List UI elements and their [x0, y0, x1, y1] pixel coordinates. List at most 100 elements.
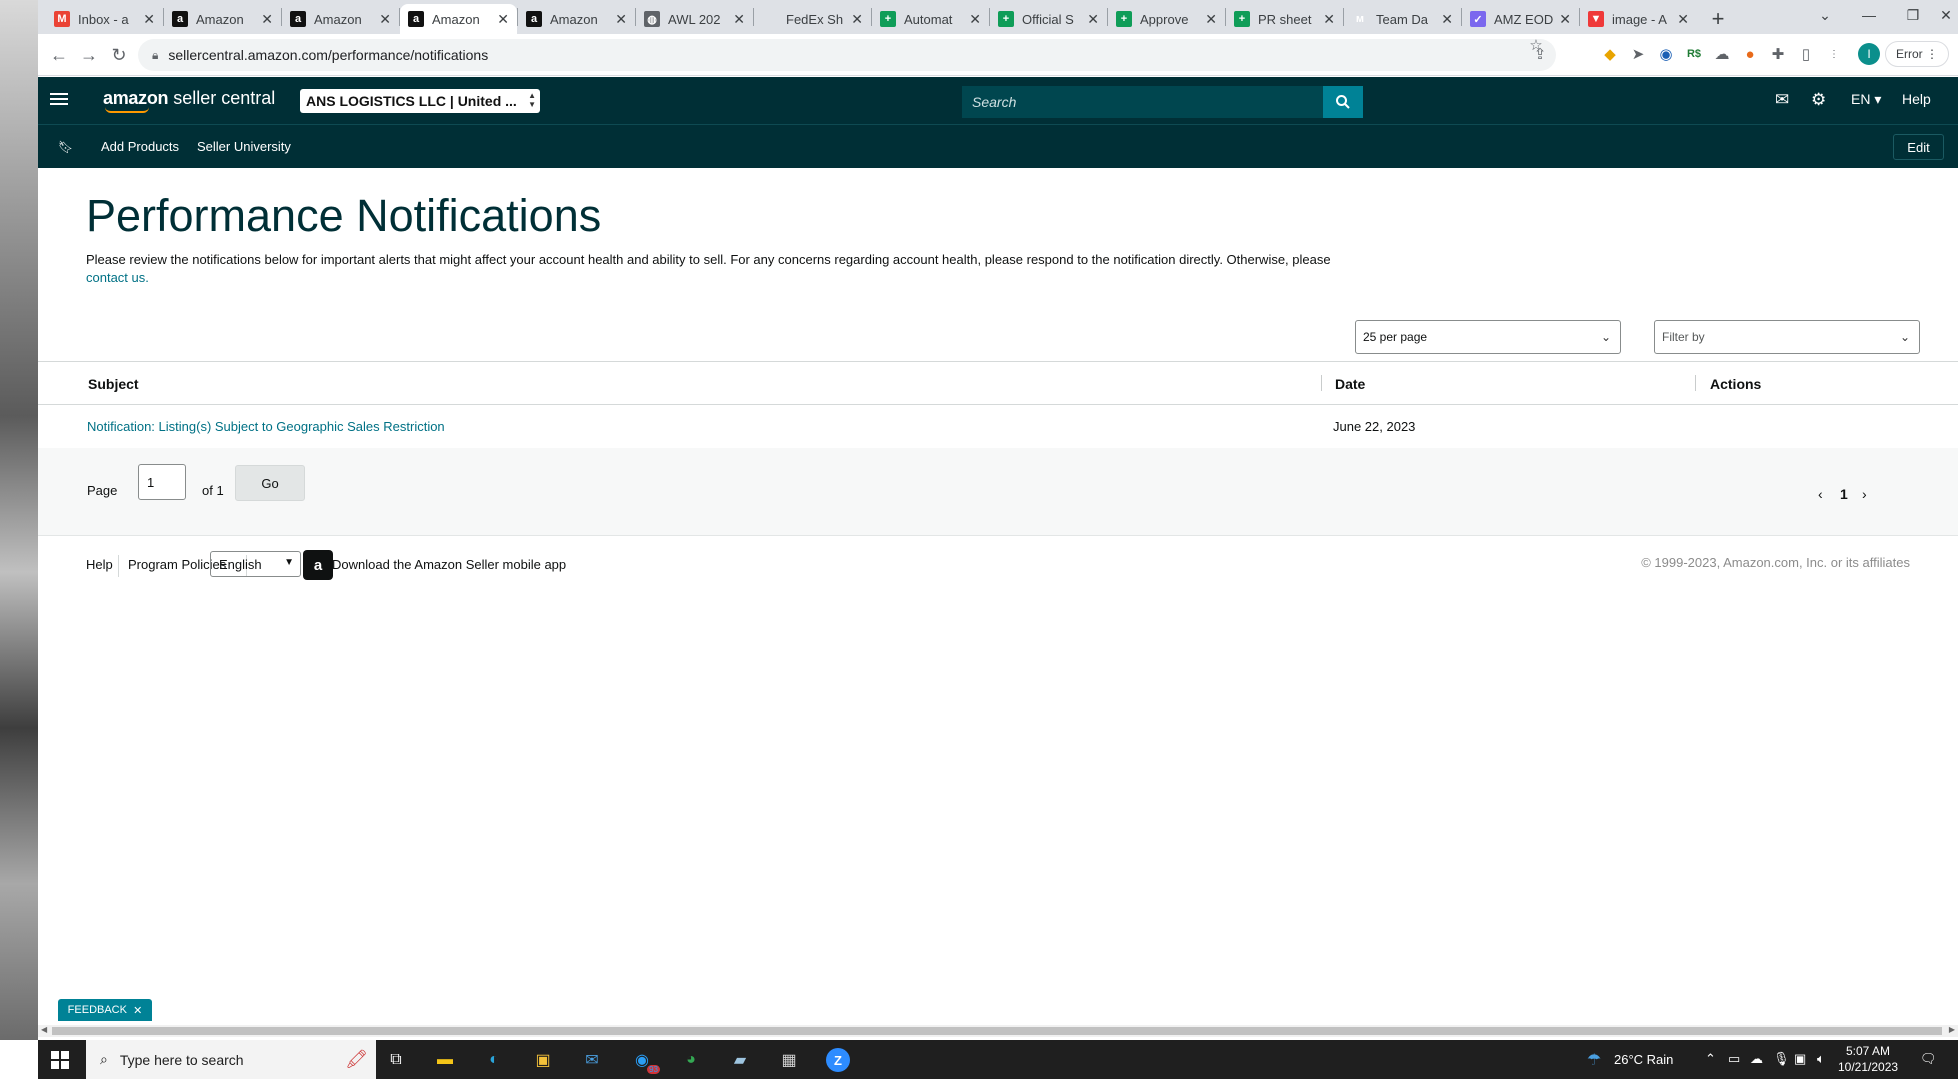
page-number-input[interactable]: [138, 464, 186, 500]
forward-icon[interactable]: →: [76, 42, 102, 68]
download-app-link[interactable]: Download the Amazon Seller mobile app: [332, 557, 566, 572]
weather-text[interactable]: 26°C Rain: [1614, 1052, 1673, 1067]
close-tab-icon[interactable]: ✕: [1441, 11, 1453, 28]
taskbar-clock[interactable]: 5:07 AM 10/21/2023: [1838, 1043, 1898, 1075]
close-tab-icon[interactable]: ✕: [615, 11, 627, 28]
browser-tab[interactable]: ▼ image - A ✕: [1580, 4, 1697, 34]
scroll-left-icon[interactable]: ◀: [41, 1025, 47, 1034]
browser-tab[interactable]: + PR sheet ✕: [1226, 4, 1343, 34]
search-input[interactable]: Search: [962, 86, 1323, 118]
close-tab-icon[interactable]: ✕: [851, 11, 863, 28]
language-select[interactable]: English ▼: [210, 551, 301, 577]
edge-icon[interactable]: ◐: [482, 1048, 506, 1072]
browser-tab[interactable]: + Automat ✕: [872, 4, 989, 34]
onedrive-icon[interactable]: ☁: [1750, 1051, 1763, 1067]
close-tab-icon[interactable]: ✕: [261, 11, 273, 28]
scroll-right-icon[interactable]: ▶: [1949, 1025, 1955, 1034]
error-button[interactable]: Error ⋮: [1885, 41, 1949, 67]
close-tab-icon[interactable]: ✕: [969, 11, 981, 28]
browser-tab[interactable]: a Amazon ✕: [400, 4, 517, 34]
notification-subject-link[interactable]: Notification: Listing(s) Subject to Geog…: [87, 419, 445, 434]
account-switcher[interactable]: ANS LOGISTICS LLC | United ... ▲ ▼: [300, 89, 540, 113]
column-date[interactable]: Date: [1335, 376, 1365, 392]
horizontal-scrollbar[interactable]: ◀ ▶: [38, 1025, 1958, 1037]
close-window-icon[interactable]: ✕: [1934, 0, 1958, 30]
extensions-puzzle-icon[interactable]: ✚: [1768, 44, 1788, 64]
browser-tab[interactable]: a Amazon ✕: [518, 4, 635, 34]
close-tab-icon[interactable]: ✕: [143, 11, 155, 28]
file-explorer-icon[interactable]: ▬: [433, 1048, 457, 1072]
amazon-seller-app-icon[interactable]: a: [303, 550, 333, 580]
filter-select[interactable]: Filter by ⌄: [1654, 320, 1920, 354]
close-tab-icon[interactable]: ✕: [733, 11, 745, 28]
current-page-number[interactable]: 1: [1840, 486, 1848, 502]
extension-rs-icon[interactable]: R$: [1684, 44, 1704, 64]
nav-seller-university[interactable]: Seller University: [197, 139, 291, 154]
settings-gear-icon[interactable]: ⚙: [1811, 90, 1826, 110]
per-page-select[interactable]: 25 per page ⌄: [1355, 320, 1621, 354]
side-panel-icon[interactable]: ▯: [1796, 44, 1816, 64]
bookmark-icon[interactable]: 🔖︎: [58, 140, 73, 154]
browser-tab[interactable]: M Inbox - a ✕: [46, 4, 163, 34]
taskbar-search-input[interactable]: ⌕ Type here to search 🖍︎: [86, 1040, 376, 1079]
reload-icon[interactable]: ↻: [106, 42, 132, 68]
previous-page-icon[interactable]: ‹: [1818, 486, 1823, 502]
close-tab-icon[interactable]: ✕: [1323, 11, 1335, 28]
more-icon[interactable]: ⋮: [1824, 44, 1844, 64]
mail-icon[interactable]: ✉: [1775, 90, 1789, 110]
close-icon[interactable]: ✕: [133, 1004, 142, 1017]
mail-app-icon[interactable]: ✉: [580, 1048, 604, 1072]
store-icon[interactable]: ▣: [531, 1048, 555, 1072]
go-button[interactable]: Go: [235, 465, 305, 501]
restore-icon[interactable]: ❐: [1890, 0, 1936, 30]
close-tab-icon[interactable]: ✕: [497, 11, 509, 28]
zoom-icon[interactable]: Z: [826, 1048, 850, 1072]
browser-tab[interactable]: + Approve ✕: [1108, 4, 1225, 34]
scrollbar-thumb[interactable]: [52, 1027, 1942, 1035]
extension-cloud-icon[interactable]: ☁: [1712, 44, 1732, 64]
extension-arrow-icon[interactable]: ➤: [1628, 44, 1648, 64]
task-view-icon[interactable]: ⧉: [384, 1048, 408, 1072]
browser-tab[interactable]: ✓ AMZ EOD ✕: [1462, 4, 1579, 34]
messaging-app-icon[interactable]: ◉ 93: [630, 1048, 660, 1074]
language-menu[interactable]: EN ▾: [1851, 91, 1881, 108]
browser-tab[interactable]: a Amazon ✕: [282, 4, 399, 34]
close-tab-icon[interactable]: ✕: [1087, 11, 1099, 28]
feedback-button[interactable]: FEEDBACK ✕: [58, 999, 152, 1021]
browser-tab[interactable]: ◍ AWL 202 ✕: [636, 4, 753, 34]
browser-tab[interactable]: FedEx Sh ✕: [754, 4, 871, 34]
show-hidden-icons[interactable]: ⌃: [1705, 1051, 1716, 1067]
menu-icon[interactable]: [50, 90, 68, 110]
edit-bookmarks-button[interactable]: Edit: [1893, 134, 1944, 160]
url-field[interactable]: 🔒︎ sellercentral.amazon.com/performance/…: [138, 39, 1556, 71]
search-button[interactable]: [1323, 86, 1363, 118]
minimize-icon[interactable]: —: [1846, 0, 1892, 30]
back-icon[interactable]: ←: [46, 42, 72, 68]
tab-search-icon[interactable]: ⌄: [1802, 0, 1848, 30]
column-subject[interactable]: Subject: [88, 376, 139, 392]
extension-globe-icon[interactable]: ◉: [1656, 44, 1676, 64]
seller-central-logo[interactable]: amazon seller central: [103, 88, 275, 113]
browser-tab[interactable]: ᴍ Team Da ✕: [1344, 4, 1461, 34]
tray-device-icon[interactable]: ▭: [1728, 1051, 1740, 1067]
profile-avatar[interactable]: I: [1858, 43, 1880, 65]
notepad-icon[interactable]: ▰: [728, 1048, 752, 1072]
close-tab-icon[interactable]: ✕: [379, 11, 391, 28]
network-icon[interactable]: ▣: [1794, 1051, 1806, 1067]
volume-icon[interactable]: 🔈︎: [1817, 1051, 1825, 1067]
browser-tab[interactable]: + Official S ✕: [990, 4, 1107, 34]
nav-add-products[interactable]: Add Products: [101, 139, 179, 154]
close-tab-icon[interactable]: ✕: [1559, 11, 1571, 28]
chrome-icon[interactable]: ◕: [679, 1048, 703, 1072]
weather-icon[interactable]: ☂: [1582, 1048, 1606, 1072]
close-tab-icon[interactable]: ✕: [1205, 11, 1217, 28]
bookmark-star-icon[interactable]: ☆: [1526, 35, 1546, 55]
notifications-icon[interactable]: 🗨︎: [1920, 1051, 1937, 1067]
windows-start-icon[interactable]: [48, 1048, 72, 1072]
contact-us-link[interactable]: contact us.: [86, 270, 149, 285]
new-tab-icon[interactable]: +: [1703, 4, 1733, 34]
extension-honey-icon[interactable]: ◆: [1600, 44, 1620, 64]
microphone-icon[interactable]: 🎙︎: [1773, 1051, 1790, 1067]
footer-help-link[interactable]: Help: [86, 557, 113, 572]
close-tab-icon[interactable]: ✕: [1677, 11, 1689, 28]
